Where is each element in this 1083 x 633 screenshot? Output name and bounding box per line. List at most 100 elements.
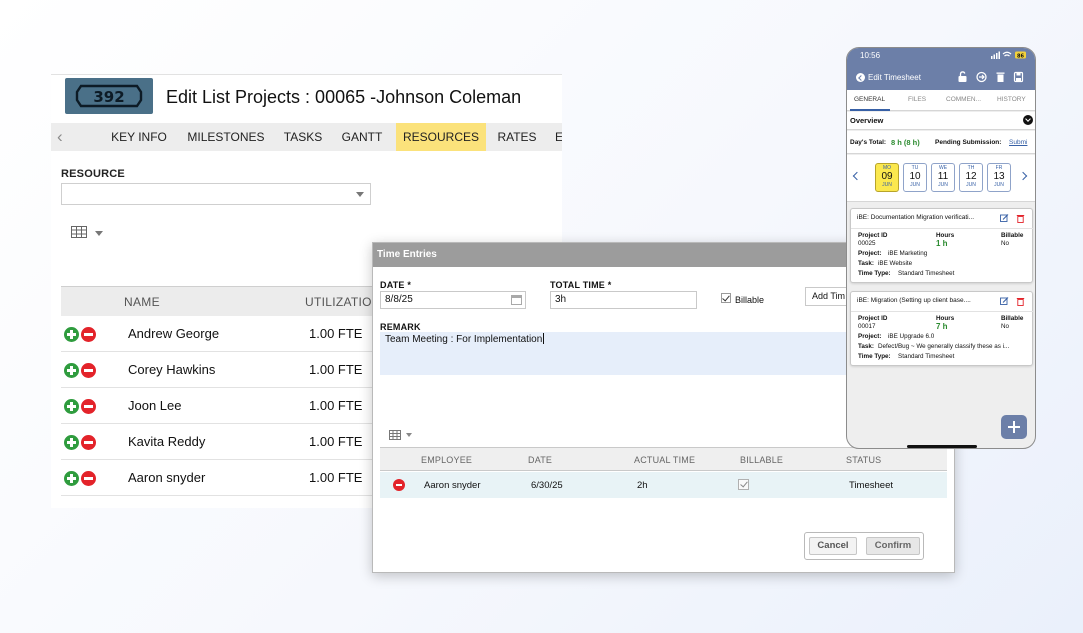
add-circle-icon[interactable]	[64, 435, 79, 450]
tab-rates[interactable]: RATES	[493, 123, 541, 151]
day-chip[interactable]: FR 13 JUN	[987, 163, 1011, 192]
add-entry-button[interactable]	[1001, 415, 1027, 439]
resource-utilization: 1.00 FTE	[309, 362, 363, 377]
day-number: 09	[881, 171, 893, 182]
hours-value: 1 h	[936, 239, 948, 248]
column-header-actual-time[interactable]: ACTUAL TIME	[634, 455, 695, 465]
mobile-tabs: GENERAL FILES COMMEN... HISTORY	[847, 90, 1035, 111]
status-bar-icons: 86	[991, 51, 1026, 59]
remove-circle-icon[interactable]	[81, 363, 96, 378]
total-time-field[interactable]: 3h	[550, 291, 697, 309]
remove-circle-icon[interactable]	[81, 327, 96, 342]
total-time-value: 3h	[555, 294, 567, 305]
add-circle-icon[interactable]	[64, 363, 79, 378]
mobile-timesheet-screen: 10:56 86 Edit Timesheet GENERAL FILES CO…	[846, 47, 1036, 449]
project-id-label: Project ID	[858, 232, 888, 239]
add-circle-icon[interactable]	[64, 399, 79, 414]
billable-label: Billable	[1001, 232, 1024, 239]
day-number: 11	[937, 171, 949, 182]
battery-level: 86	[1017, 53, 1024, 59]
mobile-header: 10:56 86 Edit Timesheet	[847, 48, 1035, 90]
day-month: JUN	[882, 182, 892, 188]
tab-general[interactable]: GENERAL	[854, 96, 885, 103]
trash-icon[interactable]	[1016, 214, 1025, 223]
project-label: Project:	[858, 333, 882, 340]
tab-resources[interactable]: RESOURCES	[396, 123, 486, 151]
confirm-button[interactable]: Confirm	[866, 537, 920, 555]
divider	[851, 228, 1034, 229]
remove-circle-icon[interactable]	[393, 479, 405, 491]
tab-history[interactable]: HISTORY	[997, 96, 1026, 103]
remove-circle-icon[interactable]	[81, 399, 96, 414]
day-chip[interactable]: TH 12 JUN	[959, 163, 983, 192]
column-chooser-button[interactable]	[71, 226, 105, 240]
resource-name: Andrew George	[128, 326, 220, 341]
day-chip[interactable]: WE 11 JUN	[931, 163, 955, 192]
resource-select[interactable]	[61, 183, 371, 205]
page-title: Edit List Projects : 00065 -Johnson Cole…	[166, 87, 522, 107]
submit-arrow-icon[interactable]	[976, 71, 987, 83]
project-id-label: Project ID	[858, 315, 888, 322]
divider	[51, 74, 562, 75]
date-field[interactable]: 8/8/25	[380, 291, 526, 309]
calendar-icon[interactable]	[511, 295, 522, 305]
billable-checkbox[interactable]	[721, 293, 731, 303]
entry-title: iBE: Documentation Migration verificati.…	[857, 214, 975, 221]
remark-value: Team Meeting : For Implementation	[385, 334, 543, 345]
column-header-status[interactable]: STATUS	[846, 455, 881, 465]
resource-label: RESOURCE	[61, 168, 125, 180]
remove-circle-icon[interactable]	[81, 471, 96, 486]
task-label: Task:	[858, 343, 874, 350]
days-total-label: Day's Total:	[850, 139, 887, 146]
column-header-date[interactable]: DATE	[528, 455, 552, 465]
remove-circle-icon[interactable]	[81, 435, 96, 450]
time-entries-header: EMPLOYEE DATE ACTUAL TIME BILLABLE STATU…	[380, 447, 947, 471]
cancel-button[interactable]: Cancel	[809, 537, 857, 555]
remark-label: REMARK	[380, 322, 421, 332]
edit-icon[interactable]	[1000, 297, 1009, 305]
chevron-left-icon[interactable]: ‹	[57, 127, 63, 147]
save-icon[interactable]	[1013, 71, 1024, 83]
day-chip[interactable]: TU 10 JUN	[903, 163, 927, 192]
tab-tasks[interactable]: TASKS	[277, 123, 329, 151]
back-arrow-icon[interactable]	[856, 73, 865, 82]
overview-section-toggle[interactable]: Overview	[847, 112, 1035, 130]
days-total-value: 8 h (8 h)	[891, 138, 920, 147]
timesheet-entry-card[interactable]: iBE: Documentation Migration verificati.…	[850, 208, 1034, 283]
trash-icon[interactable]	[995, 71, 1006, 83]
column-header-name[interactable]: NAME	[124, 295, 160, 309]
resource-utilization: 1.00 FTE	[309, 398, 363, 413]
time-type-value: Standard Timesheet	[898, 270, 955, 277]
chevron-right-icon[interactable]	[1018, 171, 1028, 181]
add-circle-icon[interactable]	[64, 327, 79, 342]
tab-milestones[interactable]: MILESTONES	[181, 123, 271, 151]
entry-billable-checkbox[interactable]	[738, 479, 749, 490]
tab-comments[interactable]: COMMEN...	[946, 96, 981, 103]
remark-textarea[interactable]: Team Meeting : For Implementation	[380, 332, 850, 375]
billable-value: No	[1001, 240, 1010, 247]
tab-key-info[interactable]: KEY INFO	[103, 123, 175, 151]
trash-icon[interactable]	[1016, 297, 1025, 306]
tab-files[interactable]: FILES	[908, 96, 926, 103]
table-grid-icon	[71, 226, 87, 238]
edit-icon[interactable]	[1000, 214, 1009, 222]
column-chooser-button[interactable]	[389, 430, 415, 440]
chevron-left-icon[interactable]	[852, 171, 862, 181]
project-id-value: 00017	[858, 323, 876, 330]
timesheet-entry-card[interactable]: iBE: Migration (Setting up client base..…	[850, 291, 1034, 366]
submit-link[interactable]: Submi	[1009, 139, 1027, 146]
day-chip[interactable]: MO 09 JUN	[875, 163, 899, 192]
tab-gantt[interactable]: GANTT	[335, 123, 389, 151]
resource-utilization: 1.00 FTE	[309, 470, 363, 485]
time-type-value: Standard Timesheet	[898, 353, 955, 360]
column-header-utilization[interactable]: UTILIZATIO	[305, 295, 372, 309]
column-header-billable[interactable]: BILLABLE	[740, 455, 783, 465]
add-circle-icon[interactable]	[64, 471, 79, 486]
dropdown-arrow-icon	[356, 192, 364, 197]
column-header-employee[interactable]: EMPLOYEE	[421, 455, 472, 465]
unlock-icon[interactable]	[957, 71, 968, 83]
tab-truncated[interactable]: E	[553, 123, 562, 151]
billable-value: No	[1001, 323, 1010, 330]
resource-name: Aaron snyder	[128, 470, 206, 485]
entry-employee: Aaron snyder	[424, 480, 481, 491]
